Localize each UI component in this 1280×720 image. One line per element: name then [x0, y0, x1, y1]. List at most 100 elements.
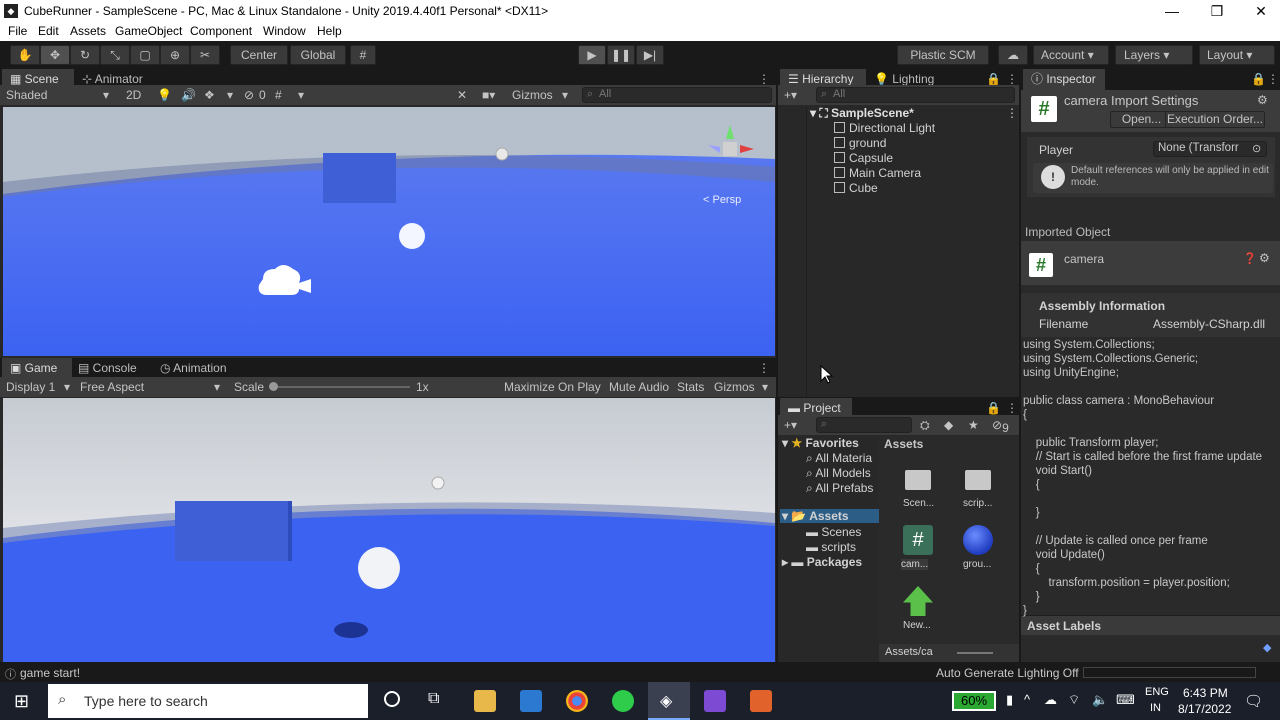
audio-icon[interactable]: 🔊	[181, 88, 196, 102]
language-code[interactable]: ENG	[1145, 686, 1169, 698]
mute-audio-toggle[interactable]: Mute Audio	[609, 380, 669, 394]
scene-search-input[interactable]: ⌕ All	[582, 87, 772, 103]
close-button[interactable]: ✕	[1246, 2, 1276, 20]
gizmos-toggle[interactable]: Gizmos	[714, 380, 755, 394]
media-app-icon[interactable]	[750, 690, 772, 712]
cortana-icon[interactable]	[384, 691, 400, 707]
hierarchy-item[interactable]: Main Camera	[834, 166, 921, 180]
battery-indicator[interactable]: 60%	[952, 691, 996, 711]
region-code[interactable]: IN	[1150, 702, 1161, 714]
folder-icon[interactable]	[965, 470, 991, 490]
battery-icon[interactable]: ▮	[1006, 692, 1013, 708]
chrome-icon[interactable]	[566, 690, 588, 712]
project-search-input[interactable]: ⌕	[816, 417, 912, 433]
kebab-icon[interactable]: ⋮	[1267, 69, 1279, 90]
scale-tool-icon[interactable]: ⤡	[100, 45, 130, 65]
folder-item[interactable]: ▬ Scenes	[806, 525, 861, 539]
camera-icon[interactable]: ■▾	[482, 88, 495, 102]
chevron-up-icon[interactable]: ^	[1024, 692, 1030, 707]
play-button[interactable]: ▶	[578, 45, 606, 65]
clock-time[interactable]: 6:43 PM	[1183, 686, 1228, 700]
hand-tool-icon[interactable]: ✋	[10, 45, 40, 65]
scene-viewport[interactable]: < Persp	[3, 107, 775, 356]
scene-root[interactable]: ▾ ⛶ SampleScene*	[810, 106, 914, 121]
plastic-scm-button[interactable]: Plastic SCM	[897, 45, 989, 65]
kebab-icon[interactable]: ⋮	[758, 358, 770, 379]
menu-window[interactable]: Window	[263, 24, 306, 38]
persp-label[interactable]: < Persp	[703, 194, 741, 206]
custom-tool-icon[interactable]: ✂	[190, 45, 220, 65]
menu-edit[interactable]: Edit	[38, 24, 59, 38]
layout-dropdown[interactable]: Layout ▾	[1199, 45, 1275, 65]
transform-tool-icon[interactable]: ⊕	[160, 45, 190, 65]
open-button[interactable]: Open...	[1110, 111, 1173, 128]
rect-tool-icon[interactable]: ▢	[130, 45, 160, 65]
keyboard-icon[interactable]: ⌨	[1116, 692, 1135, 708]
folder-icon[interactable]	[905, 470, 931, 490]
minimize-button[interactable]: —	[1157, 2, 1187, 20]
visual-studio-icon[interactable]	[704, 690, 726, 712]
unity-taskbar-item[interactable]: ◈	[648, 682, 690, 720]
filter-type-icon[interactable]: ⛭	[920, 418, 930, 433]
effects-icon[interactable]: ❖	[204, 88, 215, 102]
favorite-item[interactable]: ⌕ All Materia	[806, 451, 872, 466]
menu-component[interactable]: Component	[190, 24, 252, 38]
scale-slider[interactable]	[272, 386, 410, 388]
favorite-item[interactable]: ⌕ All Models	[806, 466, 871, 481]
stats-toggle[interactable]: Stats	[677, 380, 704, 394]
pivot-global-toggle[interactable]: Global	[290, 45, 346, 65]
tab-animation[interactable]: ◷ Animation	[160, 358, 250, 379]
hierarchy-search-input[interactable]: ⌕ All	[816, 87, 1015, 103]
filter-label-icon[interactable]: ◆	[944, 418, 953, 432]
menu-gameobject[interactable]: GameObject	[115, 24, 182, 38]
packages-node[interactable]: ▸ ▬ Packages	[782, 555, 862, 569]
network-icon[interactable]: ☁	[1044, 692, 1057, 708]
clock-date[interactable]: 8/17/2022	[1178, 702, 1231, 716]
settings-gear-icon[interactable]: ⚙	[1259, 251, 1270, 265]
material-sphere-icon[interactable]	[963, 525, 993, 555]
volume-icon[interactable]: 🔈	[1092, 692, 1108, 708]
favorites-node[interactable]: ▾ ★ Favorites	[782, 436, 859, 450]
script-icon[interactable]: #	[903, 525, 933, 555]
grid-icon[interactable]: #	[275, 88, 282, 102]
add-icon[interactable]: +▾	[784, 88, 797, 102]
layers-dropdown[interactable]: Layers ▾	[1115, 45, 1193, 65]
file-explorer-icon[interactable]	[474, 690, 496, 712]
display-dropdown[interactable]: Display 1	[6, 380, 55, 394]
hierarchy-item[interactable]: Directional Light	[834, 121, 935, 135]
object-picker-icon[interactable]: ⊙	[1252, 142, 1261, 155]
favorite-icon[interactable]: ★	[968, 418, 979, 432]
wifi-icon[interactable]: ⌔	[1068, 692, 1080, 708]
folder-item[interactable]: ▬ scripts	[806, 540, 856, 554]
notifications-icon[interactable]: 🗨	[1244, 692, 1263, 710]
whatsapp-icon[interactable]	[612, 690, 634, 712]
pivot-center-toggle[interactable]: Center	[230, 45, 288, 65]
hidden-packages-icon[interactable]: ⊘ 9	[992, 418, 1009, 435]
mode-2d-toggle[interactable]: 2D	[126, 88, 141, 102]
tab-inspector[interactable]: ⓘ Inspector	[1023, 69, 1105, 90]
gizmos-dropdown[interactable]: Gizmos	[512, 88, 553, 102]
maximize-button[interactable]: ❐	[1202, 2, 1232, 20]
hierarchy-item[interactable]: Cube	[834, 181, 878, 195]
rotate-tool-icon[interactable]: ↻	[70, 45, 100, 65]
hidden-objects-icon[interactable]: ⊘	[244, 88, 254, 102]
icon-size-slider[interactable]	[957, 652, 993, 654]
account-dropdown[interactable]: Account ▾	[1033, 45, 1109, 65]
player-field[interactable]: None (Transforr ⊙	[1153, 141, 1267, 157]
tools-icon[interactable]: ✕	[457, 88, 467, 102]
execution-order-button[interactable]: Execution Order...	[1165, 111, 1265, 128]
animator-icon[interactable]	[903, 586, 933, 616]
taskbar-search-input[interactable]: ⌕ Type here to search	[48, 684, 368, 718]
task-view-icon[interactable]: ⧉	[428, 690, 439, 708]
assets-root-node[interactable]: ▾ 📂 Assets	[780, 509, 880, 523]
tab-game[interactable]: ▣ Game	[2, 358, 72, 379]
grid-snap-icon[interactable]: #	[350, 45, 376, 65]
favorite-item[interactable]: ⌕ All Prefabs	[806, 481, 873, 496]
tab-console[interactable]: ▤ Console	[78, 358, 158, 379]
game-viewport[interactable]	[3, 398, 775, 662]
status-message[interactable]: game start!	[20, 666, 80, 680]
lock-icon[interactable]: 🔒	[1251, 69, 1266, 90]
hierarchy-item[interactable]: ground	[834, 136, 886, 150]
shading-dropdown[interactable]: Shaded	[6, 88, 47, 102]
mail-icon[interactable]	[520, 690, 542, 712]
